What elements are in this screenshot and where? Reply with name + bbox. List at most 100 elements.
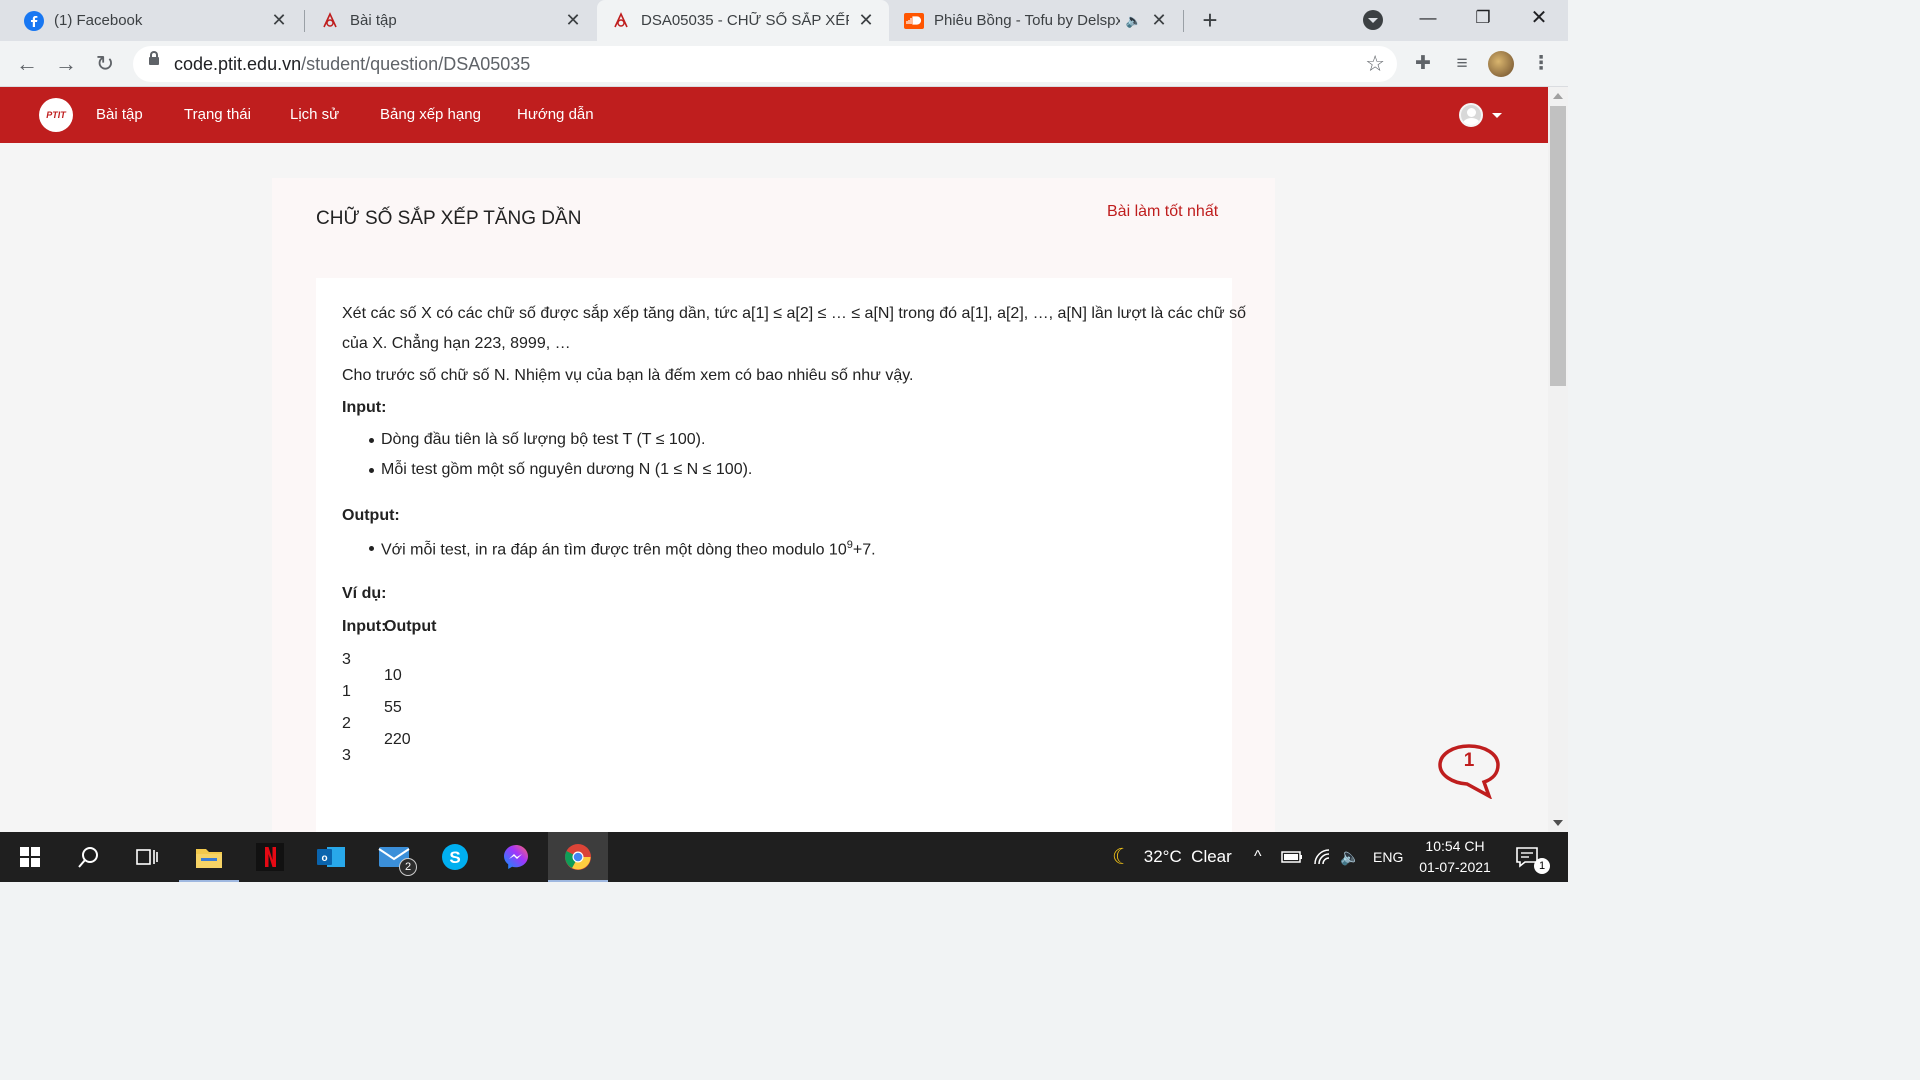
description-line-2: của X. Chẳng hạn 223, 8999, … [342,335,571,352]
notification-icon[interactable]: 1 [1515,832,1550,882]
ptit-logo-icon [611,11,631,31]
example-input-line: 3 [342,747,351,764]
bookmark-star-icon[interactable]: ☆ [1365,51,1385,77]
running-indicator [179,880,239,882]
problem-title: CHỮ SỐ SẮP XẾP TĂNG DẦN [316,208,582,229]
outlook-icon[interactable]: o [301,832,361,882]
new-tab-plus-icon[interactable]: + [1196,6,1224,34]
user-avatar[interactable] [1459,103,1483,127]
example-output-line: 10 [384,667,402,684]
windows-start-icon[interactable] [0,832,60,882]
restore-icon[interactable]: ❐ [1460,4,1506,34]
extensions-puzzle-icon[interactable]: ✚ [1411,52,1435,76]
output-item: Với mỗi test, in ra đáp án tìm được trên… [381,539,876,559]
wifi-icon[interactable] [1313,832,1333,882]
tab-soundcloud[interactable]: Phiêu Bồng - Tofu by Delspx 🔈 ✕ [890,0,1182,41]
bullet [369,438,374,443]
reload-icon[interactable]: ↻ [91,50,119,78]
address-bar[interactable]: code.ptit.edu.vn/student/question/DSA050… [133,46,1397,82]
url-path: /student/question/DSA05035 [301,54,531,74]
task-view-icon[interactable] [117,832,177,882]
svg-text:o: o [321,853,327,864]
moon-icon: ☾ [1112,844,1132,869]
clock[interactable]: 10:54 CH 01-07-2021 [1410,836,1500,878]
volume-icon[interactable]: 🔈 [1340,832,1360,882]
messenger-icon[interactable] [486,832,546,882]
output-item-text: Với mỗi test, in ra đáp án tìm được trên… [381,541,847,559]
lock-icon [149,51,159,65]
language-indicator[interactable]: ENG [1373,832,1403,882]
example-input-label: Input: [342,618,387,635]
tab-divider [304,10,305,32]
bullet [369,546,374,551]
example-output-line: 220 [384,731,411,748]
facebook-icon [24,10,44,31]
tab-divider [1183,10,1184,32]
minimize-icon[interactable]: — [1405,4,1451,34]
chat-count: 1 [1463,750,1475,771]
nav-trang-thai[interactable]: Trạng thái [184,106,251,123]
best-solution-link[interactable]: Bài làm tốt nhất [1107,203,1218,221]
file-explorer-icon[interactable] [179,832,239,882]
windows-taskbar: o 2 S ☾ 32°C Clear ^ 🔈 ENG 10:54 CH 01-0… [0,832,1568,882]
chrome-icon[interactable] [548,832,608,882]
scrollbar-thumb[interactable] [1550,106,1566,386]
close-tab-icon[interactable]: ✕ [857,10,875,31]
scroll-down-icon[interactable] [1553,820,1563,826]
mail-icon[interactable]: 2 [365,832,425,882]
clock-time: 10:54 CH [1425,838,1485,854]
input-heading: Input: [342,399,387,416]
output-item-suffix: +7. [852,541,876,559]
running-indicator [548,880,608,882]
example-output-line: 55 [384,699,402,716]
output-heading: Output: [342,507,400,524]
logo-text: PTIT [46,110,66,120]
show-hidden-icons-chevron-icon[interactable]: ^ [1254,832,1262,882]
profile-avatar[interactable] [1488,51,1514,77]
nav-bang-xep-hang[interactable]: Bảng xếp hạng [380,106,481,123]
soundcloud-icon [904,11,924,31]
tab-search-icon[interactable] [1363,10,1383,30]
battery-icon[interactable] [1281,832,1303,882]
input-item-1: Dòng đầu tiên là số lượng bộ test T (T ≤… [381,431,706,448]
forward-icon[interactable]: → [52,50,80,78]
svg-text:S: S [449,848,460,867]
search-icon[interactable] [59,832,119,882]
speaker-icon[interactable]: 🔈 [1126,13,1142,29]
browser-tab-strip: (1) Facebook ✕ Bài tập ✕ DSA05035 - CHỮ … [0,0,1568,41]
url-host: code.ptit.edu.vn [174,54,302,74]
tab-title: (1) Facebook [54,12,143,29]
scroll-up-icon[interactable] [1553,93,1563,99]
nav-huong-dan[interactable]: Hướng dẫn [517,106,594,123]
window-close-icon[interactable]: ✕ [1516,4,1562,34]
description-line-3: Cho trước số chữ số N. Nhiệm vụ của bạn … [342,367,914,384]
url-text[interactable]: code.ptit.edu.vn/student/question/DSA050… [174,54,530,75]
tab-facebook[interactable]: (1) Facebook ✕ [10,0,302,41]
skype-icon[interactable]: S [425,832,485,882]
example-input-line: 2 [342,715,351,732]
back-icon[interactable]: ← [13,50,41,78]
browser-toolbar: ← → ↻ code.ptit.edu.vn/student/question/… [0,41,1568,87]
tab-dsa05035[interactable]: DSA05035 - CHỮ SỐ SẮP XẾP TĂ ✕ [597,0,889,41]
site-header: PTIT Bài tập Trạng thái Lịch sử Bảng xếp… [0,87,1548,143]
netflix-icon[interactable] [240,832,300,882]
tab-title: Phiêu Bồng - Tofu by Delspx [934,12,1120,29]
media-control-icon[interactable]: ≡ [1450,52,1474,76]
notification-badge: 1 [1534,858,1550,874]
tab-title: Bài tập [350,12,397,29]
site-logo[interactable]: PTIT [39,98,73,132]
tab-bai-tap[interactable]: Bài tập ✕ [306,0,596,41]
nav-lich-su[interactable]: Lịch sử [290,106,339,123]
ptit-logo-icon [320,11,340,31]
more-menu-icon[interactable]: ⋮ [1529,52,1553,76]
close-tab-icon[interactable]: ✕ [1150,10,1168,31]
weather-text: 32°C Clear [1143,847,1232,866]
bullet [369,468,374,473]
tab-title: DSA05035 - CHỮ SỐ SẮP XẾP TĂ [641,12,849,29]
close-tab-icon[interactable]: ✕ [564,10,582,31]
user-menu-caret-icon[interactable] [1492,113,1502,118]
close-tab-icon[interactable]: ✕ [270,10,288,31]
example-input-line: 3 [342,651,351,668]
nav-bai-tap[interactable]: Bài tập [96,106,143,123]
weather-widget[interactable]: ☾ 32°C Clear [1112,832,1232,882]
